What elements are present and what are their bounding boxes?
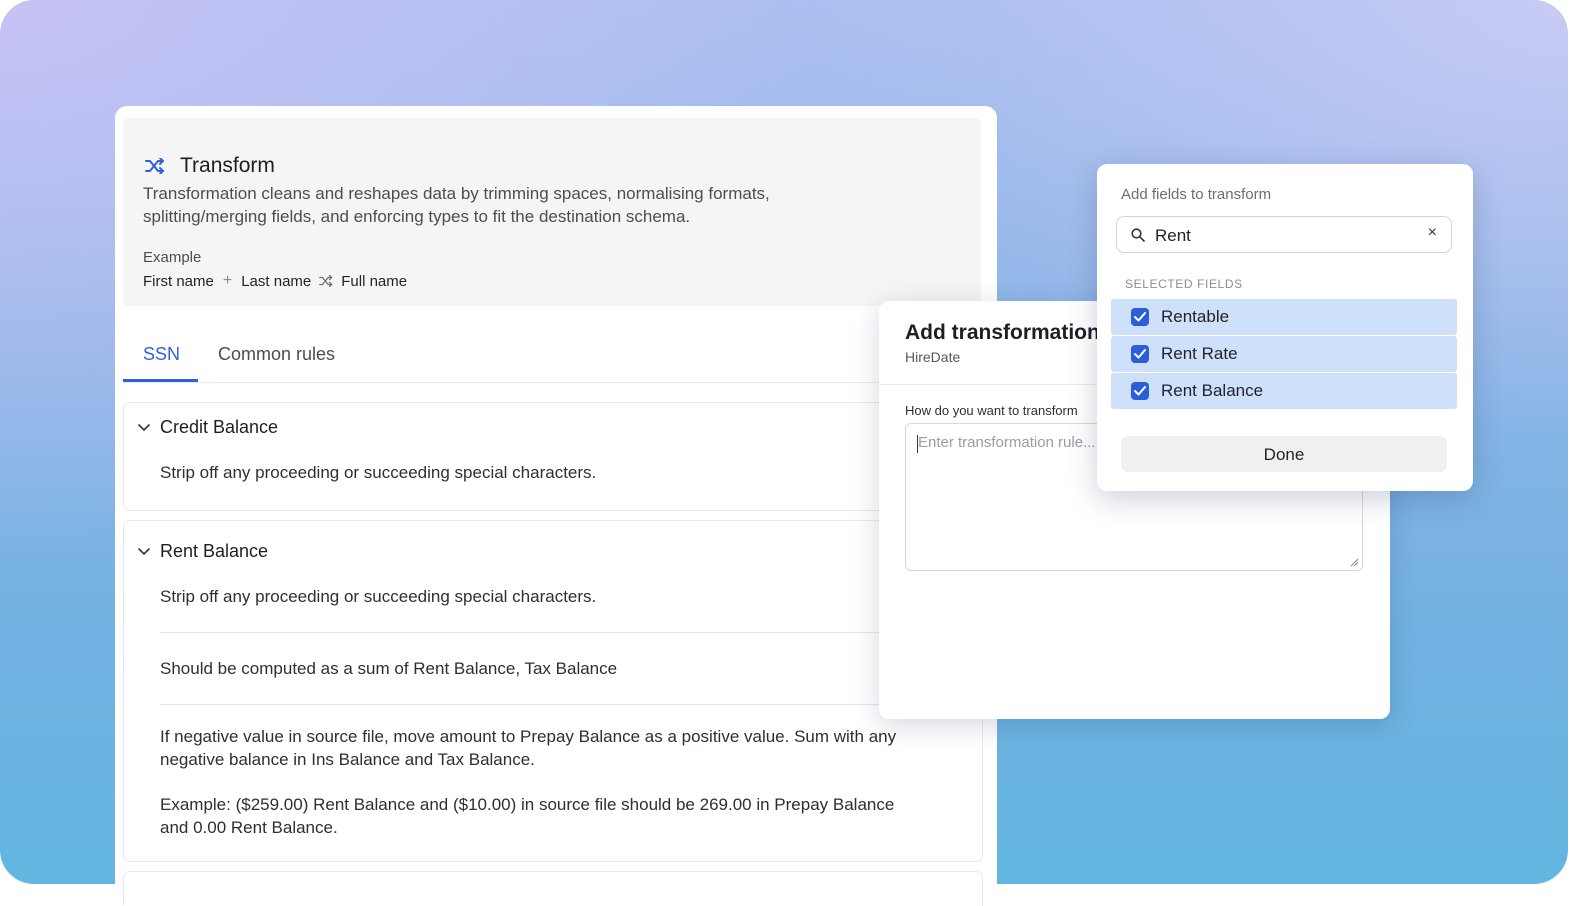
transform-title-row: Transform <box>145 154 275 178</box>
rule-item: If negative value in source file, move a… <box>160 727 897 769</box>
field-option-rentable[interactable]: Rentable <box>1111 299 1457 335</box>
rule-item: Example: ($259.00) Rent Balance and ($10… <box>160 795 895 837</box>
rule-divider <box>160 632 920 633</box>
transform-card: Transform Transformation cleans and resh… <box>115 106 997 906</box>
plus-icon: + <box>222 272 233 289</box>
transform-description: Transformation cleans and reshapes data … <box>143 184 770 226</box>
example-field-first: First name <box>143 272 214 290</box>
rule-item: Strip off any proceeding or succeeding s… <box>160 587 597 606</box>
field-option-rent-rate[interactable]: Rent Rate <box>1111 336 1457 372</box>
checkbox-checked-icon[interactable] <box>1131 345 1149 363</box>
resize-grip-icon[interactable] <box>1350 558 1359 567</box>
field-option-label: Rent Balance <box>1161 381 1264 400</box>
search-value: Rent <box>1155 226 1191 245</box>
rule-header[interactable]: Credit Balance <box>138 417 278 438</box>
rule-title: Credit Balance <box>160 417 279 437</box>
rule-item: Should be computed as a sum of Rent Bala… <box>160 659 618 678</box>
shuffle-icon <box>319 275 333 287</box>
field-option-label: Rent Rate <box>1161 344 1238 363</box>
rule-item: Strip off any proceeding or succeeding s… <box>160 463 597 482</box>
checkbox-checked-icon[interactable] <box>1131 308 1149 326</box>
field-option-rent-balance[interactable]: Rent Balance <box>1111 373 1457 409</box>
rule-header[interactable]: Rent Balance <box>138 541 268 562</box>
example-result: Full name <box>341 272 408 290</box>
field-option-label: Rentable <box>1161 307 1230 326</box>
picker-title: Add fields to transform <box>1121 186 1272 203</box>
rule-title: Rent Balance <box>160 541 269 561</box>
rule-tabs: SSN Common rules <box>123 318 981 383</box>
textarea-placeholder: Enter transformation rule... <box>918 434 1096 451</box>
done-button[interactable]: Done <box>1121 436 1447 472</box>
example-label: Example <box>143 249 202 266</box>
panel-field-name: HireDate <box>905 349 961 365</box>
rule-rent-balance: Rent Balance Strip off any proceeding or… <box>123 520 983 862</box>
search-icon <box>1131 228 1145 242</box>
selected-fields-label: SELECTED FIELDS <box>1125 277 1243 291</box>
active-tab-underline <box>123 379 198 382</box>
example-row: First name + Last name Full name <box>143 272 407 290</box>
field-search-input[interactable]: Rent × <box>1116 216 1452 253</box>
transform-question-label: How do you want to transform <box>905 403 1078 418</box>
example-field-last: Last name <box>241 272 312 290</box>
checkbox-checked-icon[interactable] <box>1131 382 1149 400</box>
rule-credit-balance: Credit Balance Strip off any proceeding … <box>123 402 983 511</box>
tab-ssn[interactable]: SSN <box>143 344 180 365</box>
transform-header: Transform Transformation cleans and resh… <box>123 118 981 306</box>
chevron-down-icon <box>138 423 150 431</box>
chevron-down-icon <box>138 547 150 555</box>
panel-title: Add transformation <box>905 321 1100 344</box>
field-picker-popup: Add fields to transform Rent × SELECTED … <box>1097 164 1473 491</box>
shuffle-icon <box>145 158 164 174</box>
rule-collapsed-partial <box>123 871 983 906</box>
transform-title: Transform <box>180 154 275 177</box>
rule-divider <box>160 704 920 705</box>
clear-icon[interactable]: × <box>1428 224 1437 242</box>
tab-common-rules[interactable]: Common rules <box>218 344 335 365</box>
